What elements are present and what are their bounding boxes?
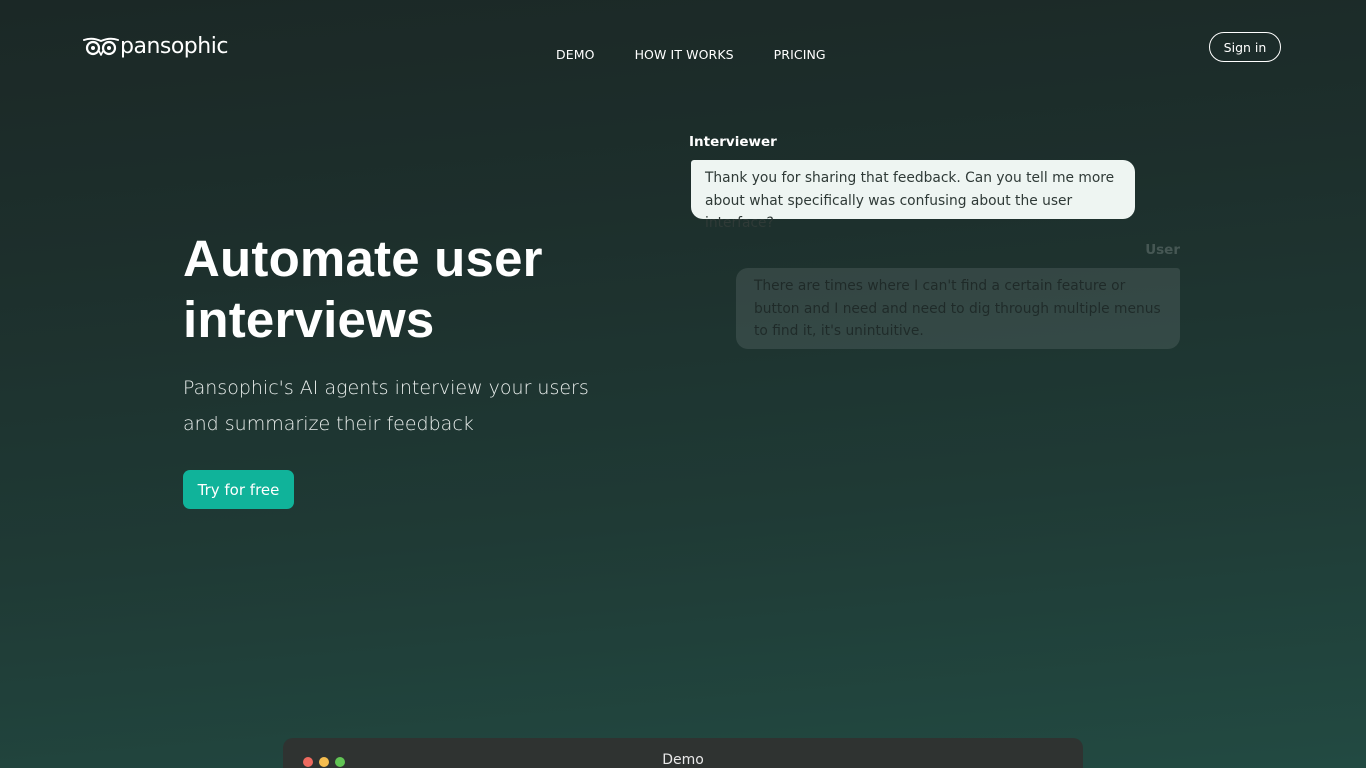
demo-window-title: Demo	[662, 752, 704, 768]
demo-window: Demo	[283, 738, 1083, 768]
nav-item-how-it-works[interactable]: HOW IT WORKS	[635, 47, 734, 62]
brand-name: pansophic	[120, 34, 228, 59]
nav-item-pricing[interactable]: PRICING	[774, 47, 826, 62]
brand-logo[interactable]: pansophic	[83, 33, 228, 61]
hero-title: Automate user interviews	[183, 230, 543, 348]
try-for-free-button[interactable]: Try for free	[183, 470, 294, 509]
hero-subtitle: Pansophic's AI agents interview your use…	[183, 377, 589, 435]
main-nav: DEMO HOW IT WORKS PRICING	[556, 47, 826, 62]
user-label: User	[1145, 242, 1180, 258]
interviewer-message-bubble: Thank you for sharing that feedback. Can…	[691, 160, 1135, 231]
interviewer-label: Interviewer	[689, 134, 777, 150]
sign-in-button[interactable]: Sign in	[1209, 32, 1281, 62]
owl-glasses-icon	[83, 37, 119, 56]
user-message-bubble: There are times where I can't find a cer…	[736, 268, 1180, 349]
nav-item-demo[interactable]: DEMO	[556, 47, 595, 62]
hero-section: Automate user interviews Pansophic's AI …	[183, 228, 653, 442]
site-header: pansophic DEMO HOW IT WORKS PRICING Sign…	[0, 0, 1366, 96]
